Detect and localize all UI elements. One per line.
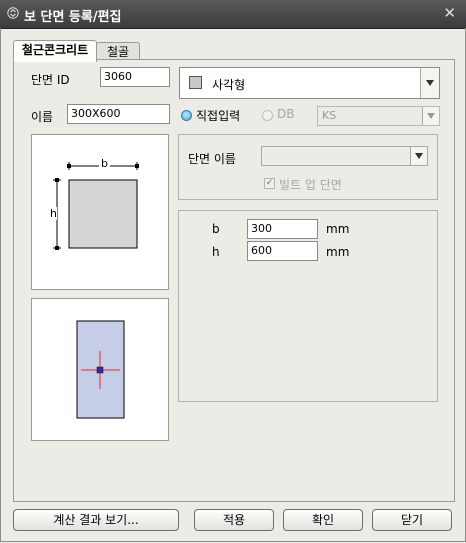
- section-name-label: 단면 이름: [188, 152, 236, 166]
- built-up-label: 빌트 업 단면: [279, 178, 342, 192]
- dim-h-unit: mm: [326, 245, 350, 259]
- section-id-label: 단면 ID: [31, 73, 70, 87]
- db-radio[interactable]: [262, 110, 273, 121]
- close-button[interactable]: 닫기: [372, 509, 452, 531]
- section-id-input[interactable]: 3060: [100, 67, 170, 87]
- shape-select[interactable]: 사각형: [179, 67, 440, 99]
- ok-button[interactable]: 확인: [283, 509, 363, 531]
- dim-b-unit: mm: [326, 222, 350, 236]
- apply-button[interactable]: 적용: [194, 509, 274, 531]
- title-bar[interactable]: 보 단면 등록/편집 ✕: [0, 0, 466, 29]
- dim-h-label: h: [212, 245, 220, 259]
- chevron-down-icon[interactable]: [422, 107, 439, 125]
- chevron-down-icon[interactable]: [420, 68, 439, 98]
- window-title: 보 단면 등록/편집: [24, 10, 122, 25]
- db-select[interactable]: KS: [317, 106, 440, 126]
- collapse-icon[interactable]: [7, 7, 19, 19]
- section-preview: [31, 298, 169, 441]
- diagram-b-label: b: [99, 157, 110, 170]
- diagram-h-label: h: [50, 207, 57, 220]
- section-name-select[interactable]: [261, 146, 428, 166]
- name-input[interactable]: 300X600: [67, 104, 170, 124]
- db-label: DB: [277, 107, 295, 121]
- direct-input-radio[interactable]: [181, 110, 192, 121]
- direct-input-label: 직접입력: [196, 109, 241, 123]
- close-icon[interactable]: ✕: [443, 5, 456, 21]
- dim-b-label: b: [212, 222, 220, 236]
- view-calc-results-button[interactable]: 계산 결과 보기...: [13, 509, 179, 531]
- dim-b-input[interactable]: 300: [247, 219, 318, 239]
- section-preview-graphic: [76, 320, 125, 419]
- tab-rc[interactable]: 철근콘크리트: [13, 40, 97, 62]
- shape-select-value: 사각형: [212, 78, 246, 92]
- built-up-checkbox[interactable]: ✔: [264, 178, 275, 189]
- db-select-value: KS: [322, 109, 337, 122]
- rectangle-shape-icon: [189, 76, 202, 89]
- name-label: 이름: [31, 110, 54, 124]
- chevron-down-icon[interactable]: [410, 147, 427, 165]
- shape-diagram: b h: [31, 134, 169, 290]
- dim-h-input[interactable]: 600: [247, 241, 318, 261]
